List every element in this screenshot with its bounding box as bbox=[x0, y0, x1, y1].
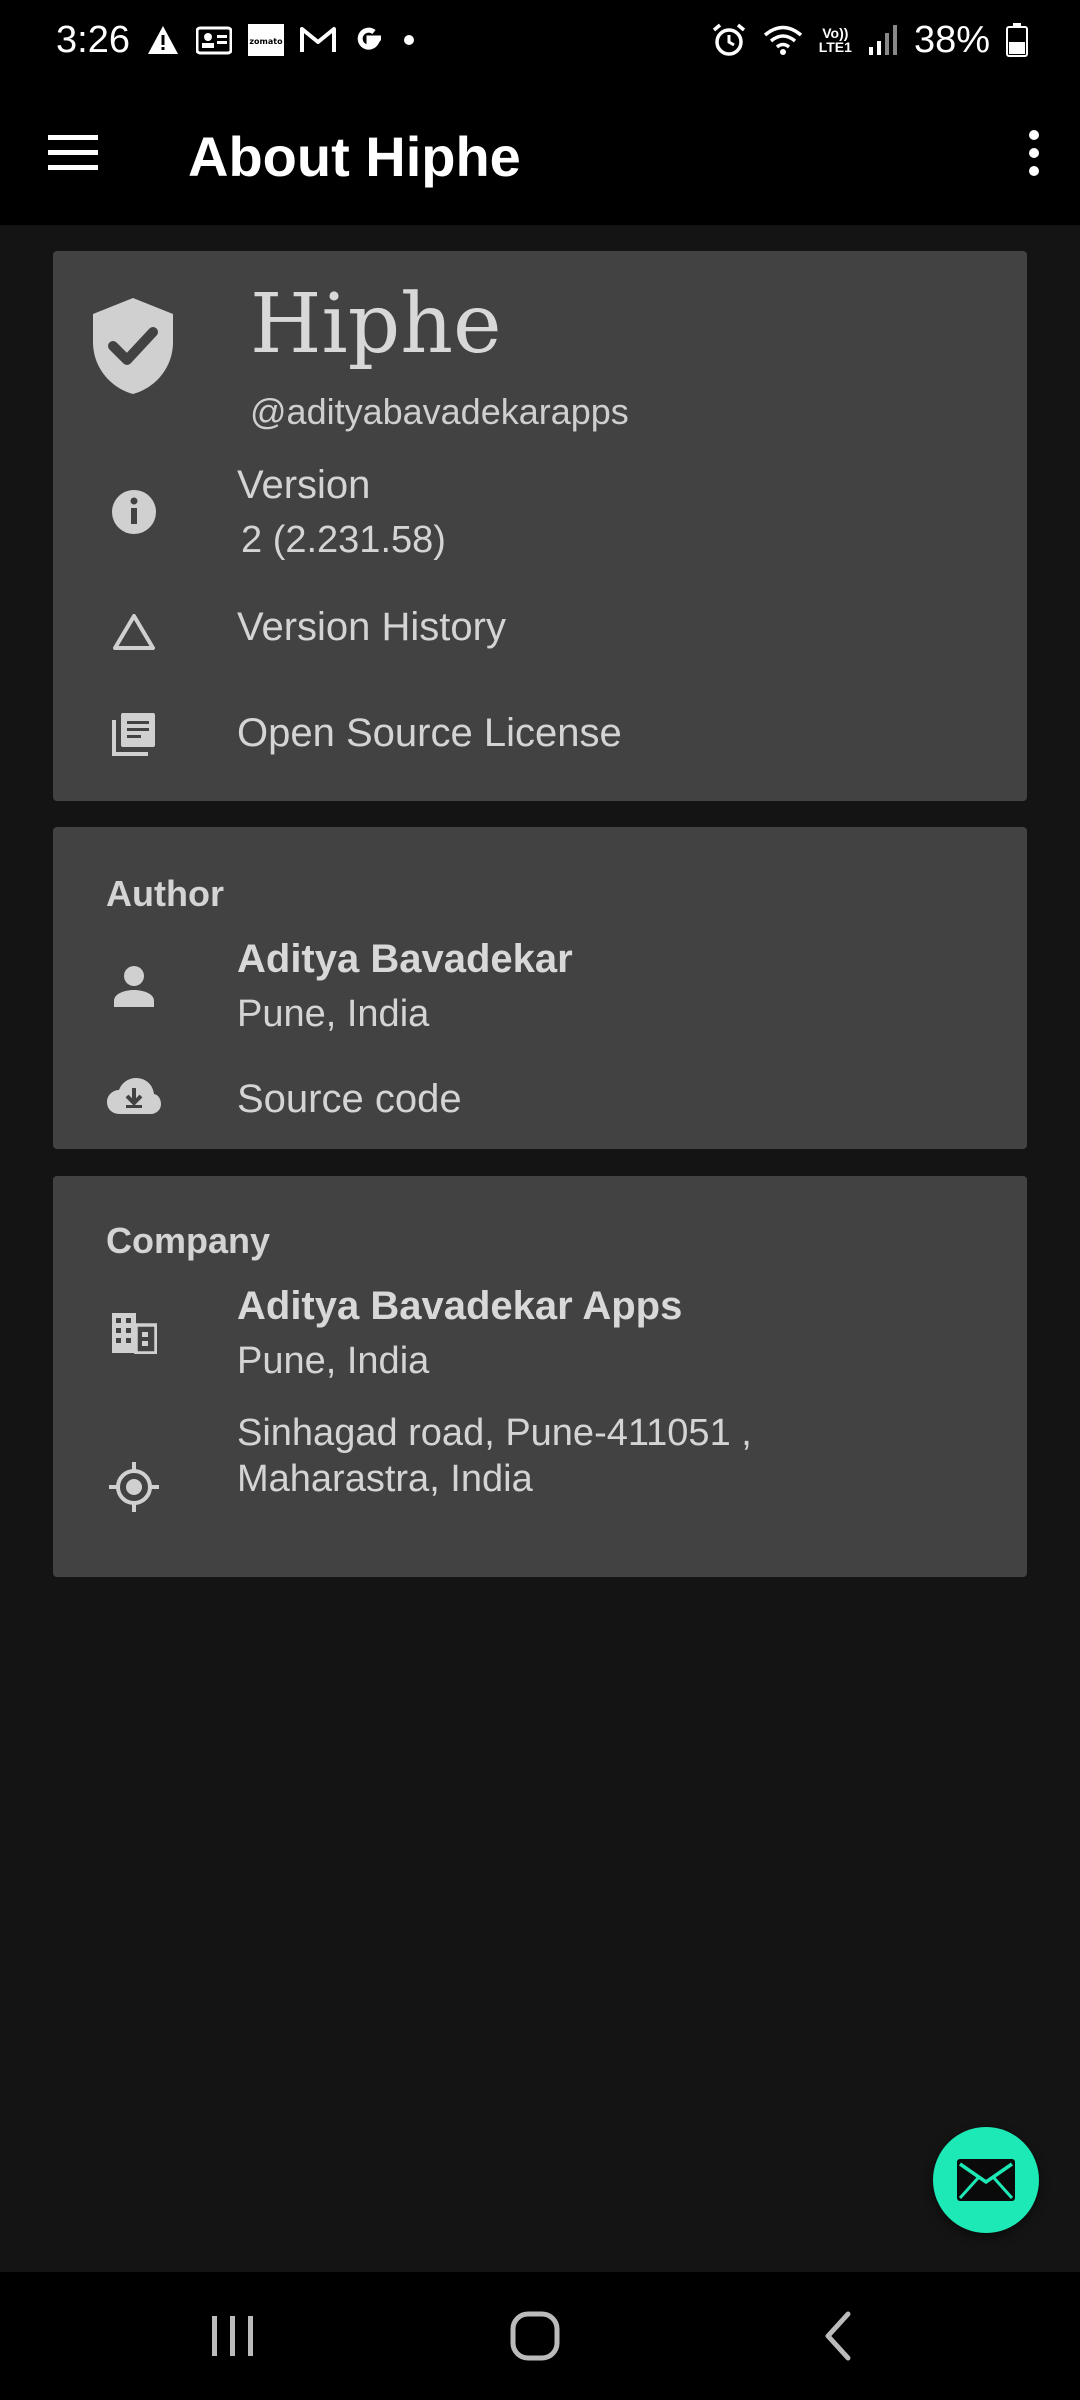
page-title: About Hiphe bbox=[188, 125, 521, 188]
cloud-download-icon bbox=[103, 1065, 165, 1127]
battery-icon bbox=[1006, 23, 1028, 57]
back-icon bbox=[825, 2311, 851, 2361]
recents-button[interactable] bbox=[188, 2298, 278, 2374]
company-section-title: Company bbox=[106, 1220, 271, 1261]
google-icon bbox=[352, 23, 386, 57]
company-location: Pune, India bbox=[237, 1340, 430, 1382]
open-source-license-row[interactable]: Open Source License bbox=[53, 697, 1027, 787]
signal-icon bbox=[868, 23, 898, 57]
svg-text:zomato: zomato bbox=[249, 37, 283, 46]
app-name: Hiphe bbox=[250, 277, 502, 372]
info-icon bbox=[103, 481, 165, 543]
author-card: Author Aditya Bavadekar Pune, India Sour… bbox=[53, 827, 1027, 1149]
developer-handle: @adityabavadekarapps bbox=[250, 391, 629, 432]
zomato-icon: zomato bbox=[247, 24, 284, 56]
company-name: Aditya Bavadekar Apps bbox=[237, 1284, 683, 1328]
version-value: 2 (2.231.58) bbox=[241, 519, 446, 561]
author-name: Aditya Bavadekar bbox=[237, 937, 573, 981]
email-fab-button[interactable] bbox=[933, 2127, 1039, 2233]
version-history-label: Version History bbox=[237, 605, 506, 649]
my-location-icon bbox=[103, 1456, 165, 1518]
author-row[interactable]: Aditya Bavadekar Pune, India bbox=[53, 937, 1027, 1057]
status-bar: 3:26 zomato Vo)) LTE1 38% bbox=[0, 0, 1080, 80]
system-nav-bar bbox=[0, 2272, 1080, 2400]
more-options-button[interactable] bbox=[1010, 118, 1058, 188]
status-bar-right: Vo)) LTE1 38% bbox=[711, 19, 1028, 62]
alarm-icon bbox=[711, 22, 747, 58]
version-history-row[interactable]: Version History bbox=[53, 591, 1027, 681]
back-button[interactable] bbox=[793, 2298, 883, 2374]
battery-percentage: 38% bbox=[913, 18, 990, 61]
volte-bottom-label: LTE1 bbox=[818, 39, 852, 55]
wifi-icon bbox=[763, 23, 803, 57]
company-card: Company Aditya Bavadekar Apps Pune, Indi… bbox=[53, 1176, 1027, 1577]
source-code-row[interactable]: Source code bbox=[53, 1065, 1027, 1145]
company-row[interactable]: Aditya Bavadekar Apps Pune, India bbox=[53, 1284, 1027, 1404]
menu-button[interactable] bbox=[40, 120, 106, 186]
triangle-icon bbox=[103, 601, 165, 663]
author-location: Pune, India bbox=[237, 993, 430, 1035]
open-source-license-label: Open Source License bbox=[237, 711, 622, 755]
gmail-icon bbox=[299, 26, 336, 54]
home-icon bbox=[510, 2311, 560, 2361]
email-icon bbox=[957, 2159, 1015, 2201]
version-row[interactable]: Version 2 (2.231.58) bbox=[53, 461, 1027, 581]
home-button[interactable] bbox=[490, 2298, 580, 2374]
dot-icon bbox=[402, 33, 416, 47]
status-time: 3:26 bbox=[56, 18, 130, 61]
app-bar: About Hiphe bbox=[0, 80, 1080, 225]
address-line-2: Maharastra, India bbox=[237, 1458, 533, 1500]
menu-icon bbox=[48, 135, 98, 170]
more-vert-icon bbox=[1029, 130, 1039, 176]
source-code-label: Source code bbox=[237, 1077, 462, 1121]
person-icon bbox=[103, 955, 165, 1017]
version-label: Version bbox=[237, 463, 371, 507]
recents-icon bbox=[212, 2316, 253, 2356]
library-books-icon bbox=[103, 703, 165, 765]
company-address-row[interactable]: Sinhagad road, Pune-411051 , Maharastra,… bbox=[53, 1412, 1027, 1512]
volte-icon: Vo)) LTE1 bbox=[819, 26, 852, 54]
about-app-card: Hiphe @adityabavadekarapps Version 2 (2.… bbox=[53, 251, 1027, 801]
author-section-title: Author bbox=[106, 873, 224, 914]
volte-top-label: Vo)) bbox=[822, 25, 849, 41]
warning-icon bbox=[146, 24, 180, 56]
business-icon bbox=[103, 1302, 165, 1364]
contact-card-icon bbox=[195, 25, 232, 55]
verified-shield-icon bbox=[89, 296, 177, 396]
address-line-1: Sinhagad road, Pune-411051 , bbox=[237, 1412, 752, 1454]
status-bar-left: 3:26 zomato bbox=[56, 19, 416, 62]
